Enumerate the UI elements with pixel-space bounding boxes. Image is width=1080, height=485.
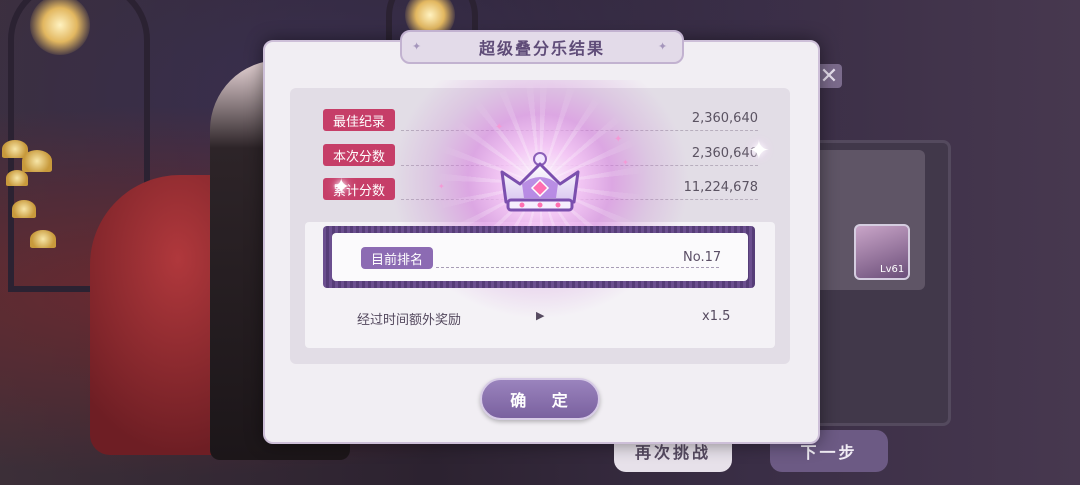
sparkle-icon: ✦: [614, 134, 623, 145]
background-glass: [12, 200, 36, 218]
rank-label: 目前排名: [361, 247, 434, 269]
dotted-divider: [436, 267, 719, 268]
bonus-label: 经过时间额外奖励: [357, 313, 462, 328]
background-glass: [22, 150, 52, 172]
play-arrow-icon: ▶: [536, 309, 545, 322]
confirm-button[interactable]: 确 定: [480, 378, 600, 420]
stat-value: 2,360,640: [691, 111, 758, 126]
sparkle-icon: ✦: [495, 122, 504, 133]
bonus-value: x1.5: [702, 309, 731, 324]
crown-icon: [500, 152, 580, 212]
stat-row-best: 最佳纪录 2,360,640: [323, 109, 758, 133]
title-star-icon: ✦: [658, 40, 668, 53]
title-star-icon: ✦: [412, 40, 422, 53]
stat-value: 11,224,678: [683, 180, 758, 195]
dotted-divider: [401, 130, 758, 131]
avatar-level: Lv61: [880, 264, 905, 275]
rank-value: No.17: [683, 250, 722, 265]
stat-label: 本次分数: [323, 144, 396, 166]
background-glass: [30, 230, 56, 248]
sparkle-icon: ✦: [748, 136, 770, 166]
background-glass: [6, 170, 28, 186]
dialog-title: 超级叠分乐结果: [400, 30, 684, 64]
stat-label: 最佳纪录: [323, 109, 396, 131]
sparkle-icon: ✦: [332, 175, 351, 200]
sparkle-icon: ✦: [438, 182, 445, 191]
sparkle-icon: ✦: [622, 158, 629, 167]
